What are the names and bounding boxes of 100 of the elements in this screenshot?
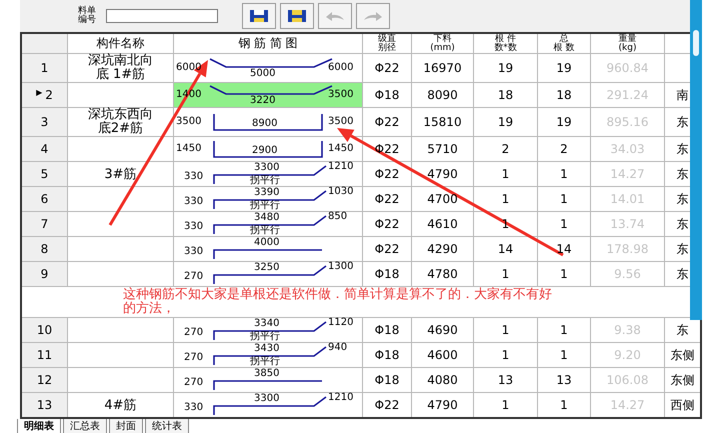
table-cell: 1 <box>538 342 590 368</box>
row-number: 7 <box>40 217 48 231</box>
dimension-label: 3300 <box>254 394 280 404</box>
dimension-label: 270 <box>184 272 204 282</box>
row-number: 1 <box>40 61 48 75</box>
table-cell: 4690 <box>412 318 474 342</box>
table-cell: 960.84 <box>590 54 664 82</box>
table-cell: Φ18 <box>362 262 412 286</box>
sheet-tab[interactable]: 封面 <box>109 419 143 433</box>
table-cell: 895.16 <box>590 108 664 136</box>
input-field[interactable] <box>106 9 218 23</box>
table-cell: 106.08 <box>590 368 664 392</box>
row-number: 3 <box>40 115 48 129</box>
table-cell: 1 <box>474 342 538 368</box>
dimension-label: 3300 <box>254 163 280 173</box>
table-cell: 291.24 <box>590 82 664 108</box>
sheet-tab[interactable]: 汇总表 <box>63 419 107 433</box>
dimension-label: 3390 <box>254 188 280 198</box>
dimension-label: 3480 <box>254 213 280 223</box>
dimension-label: 拐平行 <box>250 357 280 367</box>
dimension-label: 270 <box>184 353 204 363</box>
dimension-label: 3220 <box>250 96 276 106</box>
table-cell: 深坑南北向底 1#筋 <box>88 54 153 82</box>
table-cell: 2 <box>474 136 538 162</box>
column-header: 构件名称 <box>96 35 146 52</box>
dimension-label: 330 <box>184 197 204 207</box>
field-label: 料单编号 <box>78 7 96 25</box>
table-cell: Φ22 <box>362 236 412 262</box>
row-number: 10 <box>36 323 52 337</box>
column-header: 重量 <box>618 34 638 44</box>
dimension-label: 8900 <box>252 119 278 129</box>
sheet-tab[interactable]: 明细表 <box>17 419 61 433</box>
dimension-label: 1450 <box>176 144 202 154</box>
scrollbar-thumb[interactable] <box>693 30 699 56</box>
dimension-label: 6000 <box>328 63 354 73</box>
table-cell: 4780 <box>412 262 474 286</box>
row-number: 11 <box>36 348 52 362</box>
row-number: 12 <box>36 373 52 387</box>
row-number: 13 <box>36 398 52 412</box>
table-cell: 13 <box>474 368 538 392</box>
table-cell: 1 <box>538 186 590 212</box>
dimension-label: 1030 <box>328 187 354 197</box>
curved-arrow-icon <box>364 12 382 21</box>
table-cell: Φ18 <box>362 82 412 108</box>
dimension-label: 1210 <box>328 393 354 403</box>
table-cell: 13.74 <box>590 212 664 236</box>
dimension-label: 拐平行 <box>250 176 280 186</box>
dimension-label: 5000 <box>250 69 276 79</box>
dimension-label: 3500 <box>328 90 354 100</box>
table-cell: Φ22 <box>362 136 412 162</box>
save-all-button[interactable] <box>280 3 314 29</box>
dimension-label: 270 <box>184 378 204 388</box>
annotation-text: 的方法， <box>123 302 175 316</box>
table-cell: 2 <box>538 136 590 162</box>
save-button[interactable] <box>242 3 276 29</box>
table-cell: 14 <box>474 236 538 262</box>
table-cell: 4610 <box>412 212 474 236</box>
table-cell: 34.03 <box>590 136 664 162</box>
column-header: (kg) <box>618 44 638 52</box>
column-header: 根 件 <box>495 34 516 44</box>
column-header: 总 <box>560 34 568 44</box>
dimension-label: 3500 <box>176 117 202 127</box>
table-cell: Φ22 <box>362 162 412 186</box>
column-header: 下料 <box>434 34 452 44</box>
scrollbar[interactable] <box>690 0 702 320</box>
table-cell: 1 <box>538 212 590 236</box>
table-cell: 4080 <box>412 368 474 392</box>
table-cell: Φ22 <box>362 212 412 236</box>
sheet-tab[interactable]: 统计表 <box>145 419 189 433</box>
dimension-label: 270 <box>184 328 204 338</box>
column-header: 钢 筋 简 图 <box>237 35 299 52</box>
dimension-label: 1120 <box>328 318 354 328</box>
row-pointer-icon: ▶ <box>36 88 42 102</box>
column-header: 级直 <box>377 34 397 44</box>
table-cell: 18 <box>474 82 538 108</box>
table-cell-text: 4#筋 <box>103 398 138 412</box>
dimension-label: 2900 <box>252 146 278 156</box>
dimension-label: 1300 <box>328 262 354 272</box>
dimension-label: 3340 <box>254 319 280 329</box>
dimension-label: 3430 <box>254 344 280 354</box>
table-cell: Φ18 <box>362 318 412 342</box>
row-number: 2 <box>45 88 53 102</box>
table-cell: 1 <box>474 262 538 286</box>
table-cell: 4290 <box>412 236 474 262</box>
dimension-label: 330 <box>184 403 204 413</box>
column-header: 根 数 <box>552 44 576 52</box>
table-cell: 19 <box>538 108 590 136</box>
table-cell: 19 <box>538 54 590 82</box>
table-cell: 1 <box>474 162 538 186</box>
annotation-text: 这种钢筋不知大家是单根还是软件做．简单计算是算不了的．大家有不有好 <box>123 288 552 302</box>
table-cell: 1 <box>474 186 538 212</box>
dimension-label: 850 <box>328 212 348 222</box>
column-header: 数*数 <box>493 44 518 52</box>
table-cell: 18 <box>538 82 590 108</box>
dimension-label: 3250 <box>254 263 280 273</box>
table-cell: 9.56 <box>590 262 664 286</box>
table-cell: Φ18 <box>362 368 412 392</box>
table-cell: 1 <box>474 318 538 342</box>
dimension-label: 4000 <box>254 238 280 248</box>
table-cell: 14.27 <box>590 162 664 186</box>
